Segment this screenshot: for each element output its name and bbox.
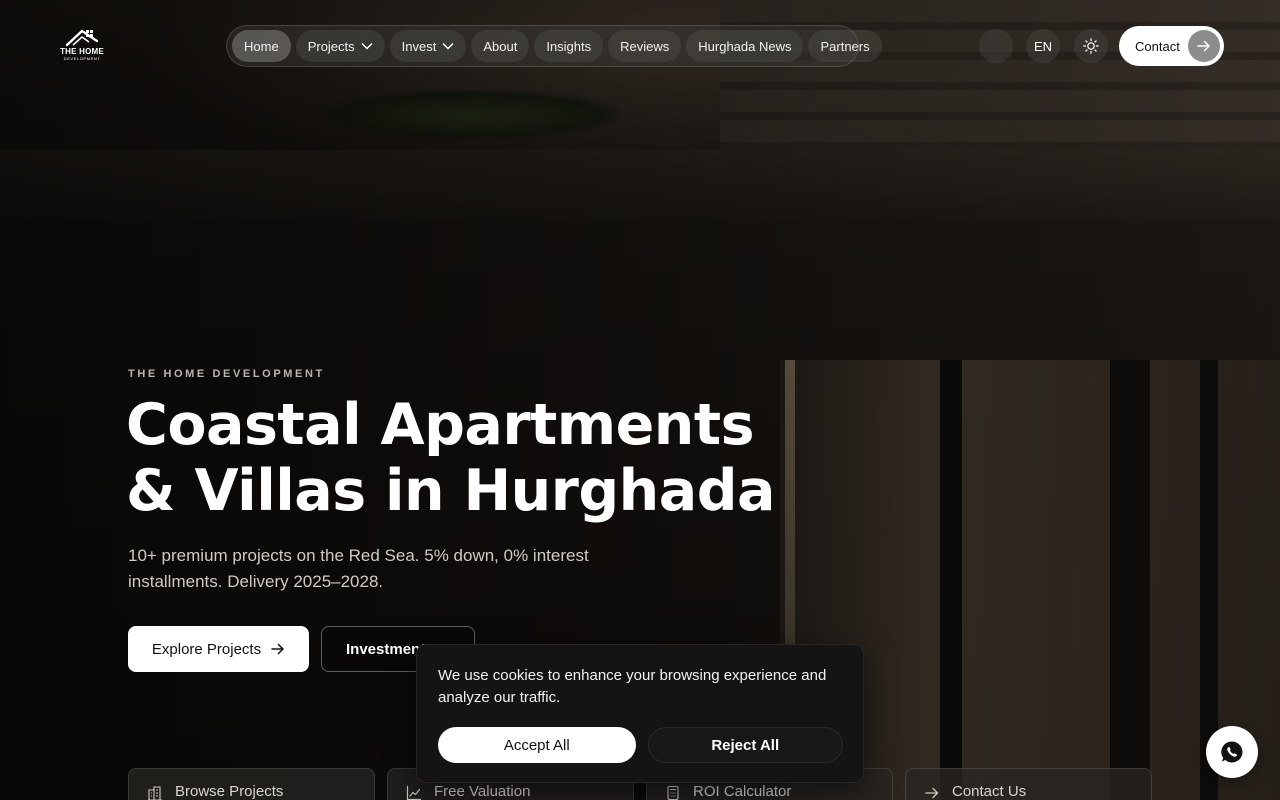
quick-link-contact-us[interactable]: Contact Us xyxy=(905,768,1152,800)
language-label: EN xyxy=(1033,38,1053,54)
chart-line-icon xyxy=(406,785,422,800)
brand-tagline: DEVELOPMENT xyxy=(63,56,101,61)
language-switcher[interactable]: EN xyxy=(1026,29,1060,63)
nav-home[interactable]: Home xyxy=(232,30,291,62)
quick-link-browse-projects[interactable]: Browse Projects xyxy=(128,768,375,800)
arrow-right-icon xyxy=(1188,30,1220,62)
quick-link-label: Free Valuation xyxy=(434,783,531,800)
hero-eyebrow: THE HOME DEVELOPMENT xyxy=(128,368,325,380)
arrow-right-icon xyxy=(925,787,939,799)
hero-subtitle: 10+ premium projects on the Red Sea. 5% … xyxy=(128,546,589,591)
nav-reviews[interactable]: Reviews xyxy=(608,30,682,62)
nav-invest[interactable]: Invest xyxy=(389,30,467,62)
theme-toggle[interactable] xyxy=(1074,29,1108,63)
hero-headline: Coastal Apartments & Villas in Hurghada xyxy=(126,392,826,524)
nav-hurghada-news[interactable]: Hurghada News xyxy=(686,30,804,62)
calculator-icon xyxy=(667,785,679,800)
sun-icon xyxy=(1083,38,1099,54)
nav-about[interactable]: About xyxy=(471,30,530,62)
main-nav: Home Projects Invest About Insights Revi… xyxy=(226,25,882,67)
hero-headline-line1: Coastal Apartments xyxy=(126,392,755,458)
building-icon xyxy=(148,786,162,800)
whatsapp-icon xyxy=(1221,741,1243,763)
house-logo-icon xyxy=(65,29,99,47)
quick-link-label: ROI Calculator xyxy=(693,783,792,800)
reject-cookies-label: Reject All xyxy=(711,736,780,754)
nav-insights[interactable]: Insights xyxy=(534,30,604,62)
nav-invest-label: Invest xyxy=(401,38,437,54)
header-contact-label: Contact xyxy=(1135,38,1180,54)
header-contact-button[interactable]: Contact xyxy=(1119,26,1224,66)
nav-projects[interactable]: Projects xyxy=(295,30,385,62)
hero-headline-line2: & Villas in Hurghada xyxy=(126,458,775,524)
nav-reviews-label: Reviews xyxy=(620,38,670,54)
brand-name: THE HOME xyxy=(60,47,104,56)
nav-partners[interactable]: Partners xyxy=(808,30,882,62)
nav-home-label: Home xyxy=(244,38,279,54)
nav-about-label: About xyxy=(483,38,518,54)
cookie-banner: We use cookies to enhance your browsing … xyxy=(416,644,864,783)
explore-projects-label: Explore Projects xyxy=(151,640,262,658)
whatsapp-chat-button[interactable] xyxy=(1206,726,1258,778)
explore-projects-button[interactable]: Explore Projects xyxy=(128,626,309,672)
nav-projects-label: Projects xyxy=(307,38,355,54)
arrow-right-icon xyxy=(271,643,284,655)
nav-partners-label: Partners xyxy=(820,38,870,54)
brand-logo[interactable]: THE HOME DEVELOPMENT xyxy=(58,27,106,69)
chevron-down-icon xyxy=(442,43,454,50)
cookie-actions: Accept All Reject All xyxy=(438,727,843,763)
cookie-message: We use cookies to enhance your browsing … xyxy=(438,667,827,706)
quick-link-label: Contact Us xyxy=(952,783,1027,800)
quick-link-label: Browse Projects xyxy=(175,783,284,800)
nav-insights-label: Insights xyxy=(546,38,592,54)
accept-cookies-label: Accept All xyxy=(503,736,570,754)
header-blank-button[interactable] xyxy=(979,29,1013,63)
reject-cookies-button[interactable]: Reject All xyxy=(647,727,843,763)
nav-hurghada-news-label: Hurghada News xyxy=(698,38,792,54)
accept-cookies-button[interactable]: Accept All xyxy=(438,727,636,763)
chevron-down-icon xyxy=(361,43,373,50)
